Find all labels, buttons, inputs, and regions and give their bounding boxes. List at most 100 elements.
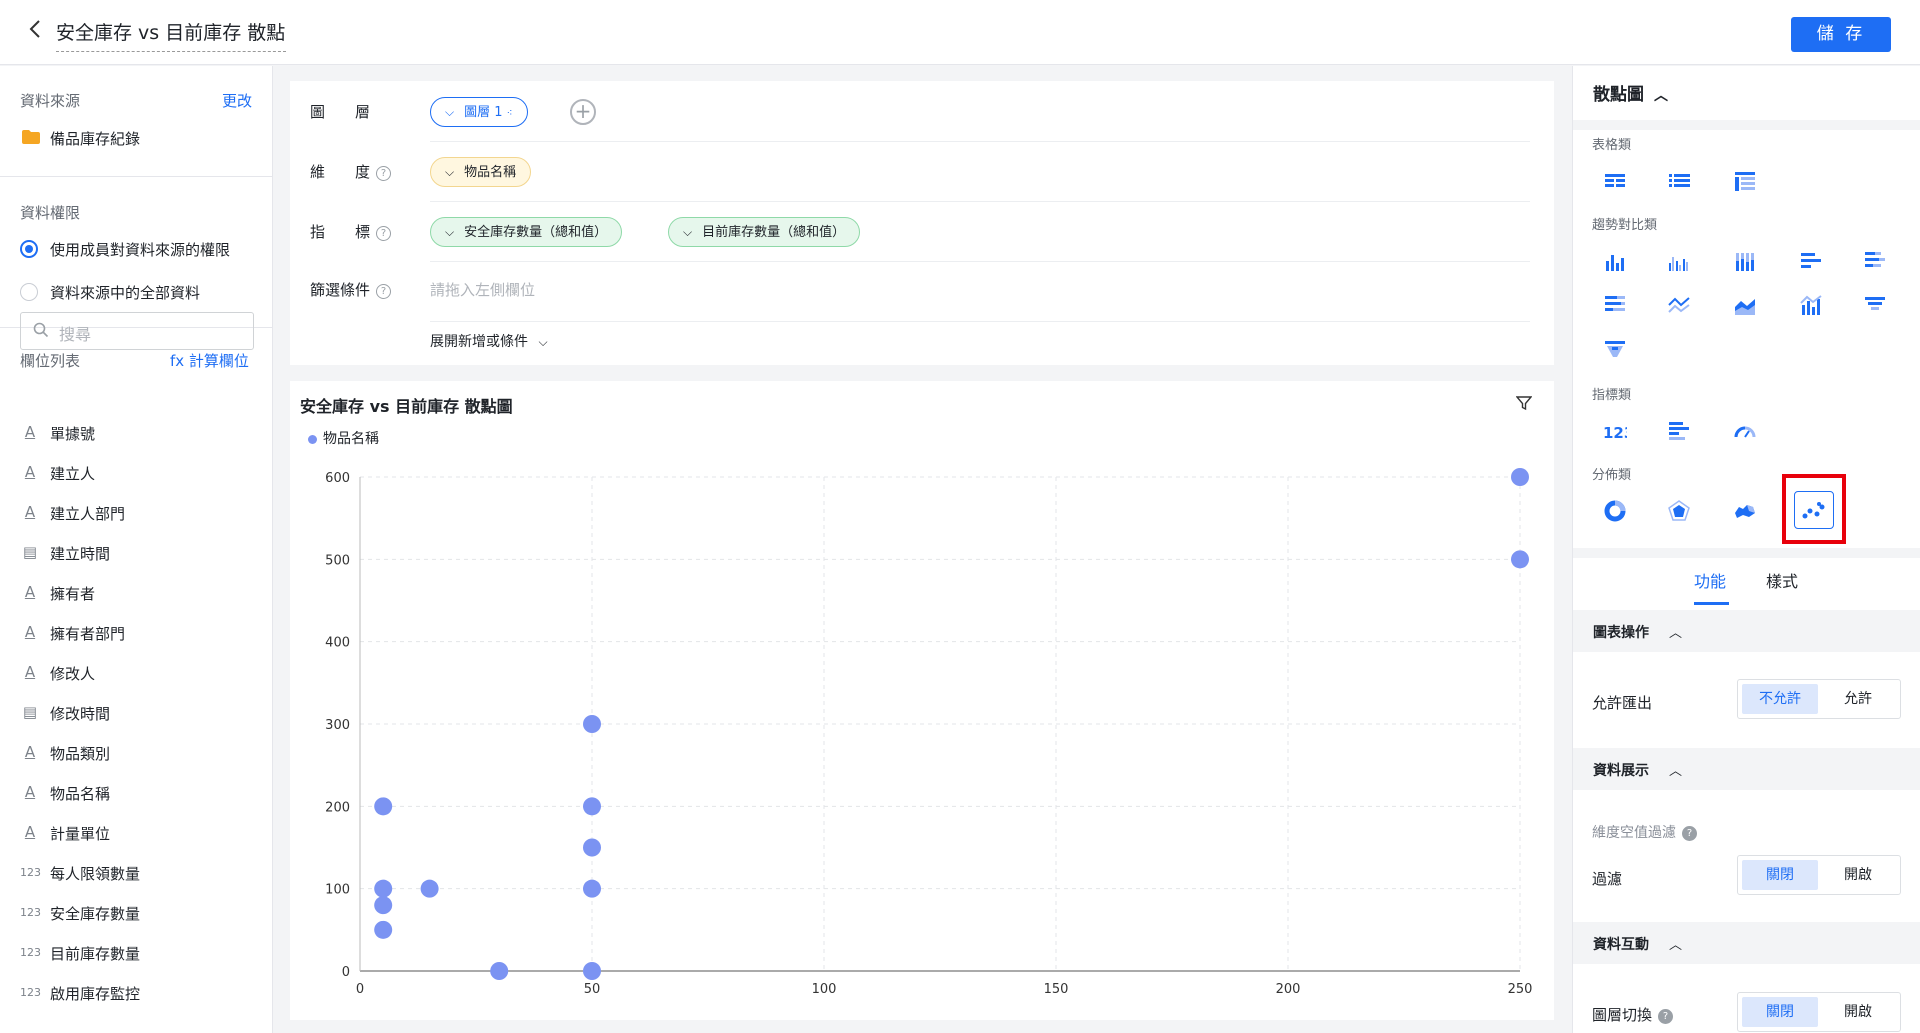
layer-switch-off-option[interactable]: 關閉 xyxy=(1742,997,1818,1027)
section-data-interaction[interactable]: 資料互動 ︿ xyxy=(1573,922,1920,964)
field-item[interactable]: A 單據號 xyxy=(20,421,260,447)
y-tick-label: 300 xyxy=(325,718,350,733)
field-label: 建立人部門 xyxy=(50,505,126,523)
text-icon: A xyxy=(24,823,36,841)
field-item[interactable]: A 建立人 xyxy=(20,461,260,487)
divider xyxy=(1573,548,1920,558)
add-layer-button[interactable]: + xyxy=(570,99,596,125)
active-tab-indicator xyxy=(1694,602,1729,605)
inverted-funnel-icon[interactable] xyxy=(1596,330,1634,368)
bar-chart-icon[interactable] xyxy=(1596,242,1634,280)
field-item[interactable]: A 計量單位 xyxy=(20,821,260,847)
filter-label: 篩選條件? xyxy=(310,279,392,300)
divider xyxy=(430,261,1530,262)
stacked-bar-icon[interactable] xyxy=(1726,242,1764,280)
x-tick-label: 0 xyxy=(356,982,364,997)
field-item[interactable]: A 物品類別 xyxy=(20,741,260,767)
field-label: 安全庫存數量 xyxy=(50,905,141,923)
tab-style[interactable]: 樣式 xyxy=(1766,568,1798,592)
metric-pill-safety[interactable]: ⌵ 安全庫存數量（總和值） xyxy=(430,217,623,247)
chevron-left-icon[interactable] xyxy=(28,18,52,46)
field-item[interactable]: 123 目前庫存數量 xyxy=(20,941,260,967)
category-indicator: 指標類 xyxy=(1592,388,1632,403)
top-bar: 安全庫存 vs 目前庫存 散點 儲 存 xyxy=(0,0,1920,65)
field-label: 目前庫存數量 xyxy=(50,945,141,963)
filter-off-option[interactable]: 關閉 xyxy=(1742,860,1818,890)
search-icon xyxy=(33,322,49,342)
number-card-icon[interactable]: 123 xyxy=(1596,412,1634,450)
expand-or-condition[interactable]: 展開新增或條件 ⌵ xyxy=(430,331,548,351)
field-item[interactable]: 123 安全庫存數量 xyxy=(20,901,260,927)
line-chart-icon[interactable] xyxy=(1660,286,1698,324)
radar-chart-icon[interactable] xyxy=(1660,492,1698,530)
allow-export-label: 允許匯出 xyxy=(1592,694,1653,712)
table-icon[interactable] xyxy=(1596,162,1634,200)
layer-pill[interactable]: ⌵ 圖層 1 ⁖ xyxy=(430,97,528,127)
dimension-pill[interactable]: ⌵ 物品名稱 xyxy=(430,157,532,187)
progress-bar-icon[interactable] xyxy=(1660,412,1698,450)
field-item[interactable]: ▤ 建立時間 xyxy=(20,541,260,567)
field-label: 物品名稱 xyxy=(50,785,111,803)
stacked-hbar-icon[interactable] xyxy=(1856,242,1894,280)
field-item[interactable]: ▤ 修改時間 xyxy=(20,701,260,727)
radio-label[interactable]: 資料來源中的全部資料 xyxy=(50,282,200,303)
field-item[interactable]: A 擁有者部門 xyxy=(20,621,260,647)
horizontal-bar-icon[interactable] xyxy=(1792,242,1830,280)
filter-on-option[interactable]: 開啟 xyxy=(1820,860,1896,890)
change-source-link[interactable]: 更改 xyxy=(222,90,252,111)
chevron-down-icon: ⌵ xyxy=(538,335,548,349)
radio-label[interactable]: 使用成員對資料來源的權限 xyxy=(50,239,230,260)
pivot-table-icon[interactable] xyxy=(1726,162,1764,200)
section-data-display[interactable]: 資料展示 ︿ xyxy=(1573,748,1920,790)
data-point xyxy=(420,879,439,898)
donut-chart-icon[interactable] xyxy=(1596,492,1634,530)
y-tick-label: 200 xyxy=(325,800,350,815)
radio-all-data[interactable] xyxy=(20,283,38,301)
text-icon: A xyxy=(24,783,36,801)
source-name[interactable]: 備品庫存紀錄 xyxy=(50,128,140,149)
page-title[interactable]: 安全庫存 vs 目前庫存 散點 xyxy=(56,18,286,52)
layer-switch-on-option[interactable]: 開啟 xyxy=(1820,997,1896,1027)
calc-field-link[interactable]: fx 計算欄位 xyxy=(170,350,249,371)
grouped-bar-icon[interactable] xyxy=(1660,242,1698,280)
data-point xyxy=(374,797,393,816)
list-table-icon[interactable] xyxy=(1660,162,1698,200)
text-icon: A xyxy=(24,663,36,681)
radio-member-permission[interactable] xyxy=(20,240,38,258)
map-chart-icon[interactable] xyxy=(1726,492,1764,530)
help-icon: ? xyxy=(1658,1009,1674,1024)
text-icon: A xyxy=(24,583,36,601)
y-tick-label: 600 xyxy=(325,471,350,486)
x-tick-label: 250 xyxy=(1508,982,1533,997)
data-point xyxy=(583,962,601,980)
data-point xyxy=(374,896,393,915)
field-item[interactable]: A 修改人 xyxy=(20,661,260,687)
export-allow-option[interactable]: 允許 xyxy=(1820,684,1896,714)
tab-function[interactable]: 功能 xyxy=(1694,568,1726,592)
percent-hbar-icon[interactable] xyxy=(1596,286,1634,324)
scatter-chart-type-icon[interactable] xyxy=(1794,491,1834,529)
section-chart-ops[interactable]: 圖表操作 ︿ xyxy=(1573,610,1920,652)
dimension-label: 維 度? xyxy=(310,161,392,182)
metric-pill-current[interactable]: ⌵ 目前庫存數量（總和值） xyxy=(668,217,861,247)
field-item[interactable]: 123 啟用庫存監控 xyxy=(20,981,260,1007)
area-chart-icon[interactable] xyxy=(1726,286,1764,324)
save-button[interactable]: 儲 存 xyxy=(1791,17,1891,52)
gauge-icon[interactable] xyxy=(1726,412,1764,450)
field-item[interactable]: A 擁有者 xyxy=(20,581,260,607)
layer-label: 圖 層 xyxy=(310,103,371,121)
combo-chart-icon[interactable] xyxy=(1792,286,1830,324)
search-input[interactable]: 搜尋 xyxy=(20,312,254,350)
x-tick-label: 100 xyxy=(812,982,837,997)
funnel-chart-icon[interactable] xyxy=(1856,286,1894,324)
divider xyxy=(0,176,273,177)
field-item[interactable]: 123 每人限領數量 xyxy=(20,861,260,887)
scatter-mini-icon: ⁖ xyxy=(506,108,513,119)
export-disallow-option[interactable]: 不允許 xyxy=(1742,684,1818,714)
field-item[interactable]: A 物品名稱 xyxy=(20,781,260,807)
chart-type-title[interactable]: 散點圖 ︿ xyxy=(1593,80,1668,105)
help-icon: ? xyxy=(376,166,392,181)
help-icon: ? xyxy=(376,226,392,241)
field-item[interactable]: A 建立人部門 xyxy=(20,501,260,527)
filter-drop-zone[interactable]: 請拖入左側欄位 xyxy=(430,279,535,300)
